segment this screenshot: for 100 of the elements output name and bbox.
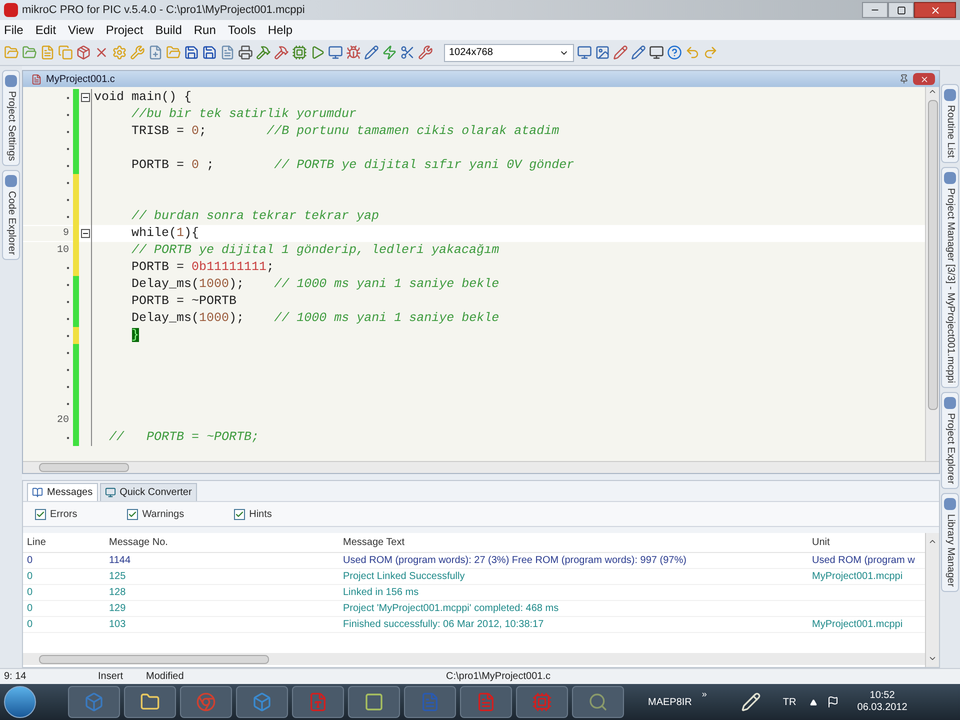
close-button[interactable] [914, 2, 956, 18]
start-button[interactable] [4, 686, 36, 718]
checkbox[interactable] [234, 508, 246, 520]
scroll-down-icon[interactable] [928, 654, 937, 663]
menu-item[interactable]: Build [155, 21, 182, 39]
side-tab-label: Project Settings [6, 91, 16, 162]
table-cell-text: 1144 [108, 554, 132, 568]
scroll-thumb[interactable] [928, 100, 938, 410]
side-tab[interactable]: Project Settings [2, 70, 20, 166]
save-icon[interactable] [184, 45, 199, 60]
clock[interactable]: 10:52 06.03.2012 [857, 690, 908, 714]
close-tab-button[interactable] [913, 73, 935, 85]
package-icon[interactable] [76, 45, 91, 60]
side-tab[interactable]: Code Explorer [2, 170, 20, 260]
monitor-icon[interactable] [328, 45, 343, 60]
language-indicator[interactable]: TR [782, 694, 796, 710]
menu-item[interactable]: View [68, 21, 94, 39]
monitor-icon[interactable] [649, 45, 664, 60]
check-icon [235, 510, 244, 518]
pin-icon[interactable] [899, 74, 909, 84]
side-tab[interactable]: Library Manager [941, 493, 959, 592]
document-icon[interactable] [220, 45, 235, 60]
line-number: 9 [62, 227, 69, 241]
column-header[interactable]: Message No. [105, 535, 339, 550]
editor-tab[interactable]: MyProject001.c [27, 72, 119, 86]
filter-checkbox[interactable]: Errors [35, 506, 78, 522]
chip-icon [532, 692, 552, 712]
scroll-thumb[interactable] [39, 654, 269, 664]
hammer-icon[interactable] [274, 45, 289, 60]
new-file-icon[interactable] [148, 45, 163, 60]
filter-checkbox[interactable]: Warnings [127, 506, 184, 522]
taskbar-button[interactable] [124, 686, 176, 718]
menu-item[interactable]: Run [194, 21, 216, 39]
pencil-icon[interactable] [364, 45, 379, 60]
column-header[interactable]: Message Text [339, 535, 808, 550]
vertical-scrollbar[interactable] [925, 533, 939, 667]
play-icon[interactable] [310, 45, 325, 60]
scroll-thumb[interactable] [39, 463, 129, 472]
menu-item[interactable]: Help [268, 21, 293, 39]
filter-checkbox[interactable]: Hints [234, 506, 272, 522]
side-tab[interactable]: Project Explorer [941, 392, 959, 490]
image-icon[interactable] [595, 45, 610, 60]
panel-tab[interactable]: Quick Converter [100, 483, 197, 501]
menu-item[interactable]: Edit [35, 21, 56, 39]
side-tab[interactable]: Routine List [941, 84, 959, 163]
hammer-icon[interactable] [256, 45, 271, 60]
table-cell-text: 128 [108, 586, 127, 600]
column-header[interactable]: Line [23, 535, 105, 550]
maximize-button[interactable] [888, 2, 914, 18]
code-line: PORTB = 0 ; // PORTB ye dijital sıfır yani 0V gönder [130, 159, 574, 172]
table-cell-text: 129 [108, 602, 127, 616]
code-line: // PORTB ye dijital 1 gönderip, ledleri yakacağım [130, 244, 500, 257]
horizontal-scrollbar[interactable] [23, 653, 925, 665]
show-hidden-icon[interactable] [810, 698, 818, 706]
chip-icon[interactable] [292, 45, 307, 60]
table-cell-text: Project Linked Successfully [342, 570, 466, 584]
folder-icon [140, 692, 160, 712]
lightning-icon[interactable] [382, 45, 397, 60]
help-icon[interactable] [667, 45, 682, 60]
checkbox[interactable] [35, 508, 46, 520]
table-cell-text: 0 [26, 570, 34, 584]
maximize-icon [896, 6, 906, 14]
pen-tablet-icon[interactable] [740, 692, 761, 712]
vertical-scrollbar[interactable] [925, 87, 939, 461]
fold-toggle[interactable] [80, 93, 90, 102]
menu-item[interactable]: Tools [228, 21, 256, 39]
pencil-icon[interactable] [631, 45, 646, 60]
flag-icon[interactable] [827, 696, 840, 708]
file-icon [31, 74, 42, 84]
scroll-up-icon[interactable] [928, 537, 937, 546]
file-state: Modified [146, 670, 185, 684]
taskbar-button[interactable] [348, 686, 400, 718]
fold-toggle[interactable] [80, 229, 90, 238]
resolution-dropdown[interactable]: 1024x768 [444, 44, 574, 62]
checkbox[interactable] [127, 508, 138, 520]
table-cell-text: 125 [108, 570, 127, 584]
scroll-up-icon[interactable] [928, 87, 937, 96]
file-transfer-icon [308, 692, 328, 712]
code-line: while(1){ [130, 227, 200, 240]
overflow-chevron[interactable]: » [702, 688, 707, 702]
box-icon [252, 692, 272, 712]
pencil-icon[interactable] [613, 45, 628, 60]
menu-item[interactable]: File [4, 21, 24, 39]
panel-tab[interactable]: Messages [27, 483, 98, 501]
cursor-position: 9: 14 [3, 670, 28, 684]
taskbar-button[interactable] [572, 686, 624, 718]
monitor-icon[interactable] [577, 45, 592, 60]
bug-icon[interactable] [346, 45, 361, 60]
column-header[interactable]: Unit [808, 535, 925, 550]
scissors-icon[interactable] [400, 45, 415, 60]
code-line: TRISB = 0; //B portunu tamamen cikis olarak atadim [130, 125, 560, 138]
close-icon [930, 4, 940, 16]
menu-item[interactable]: Project [106, 21, 144, 39]
side-tab[interactable]: Project Manager [3/3] - MyProject001.mcppi [941, 166, 959, 388]
folder-icon[interactable] [22, 45, 37, 60]
taskbar-button[interactable] [236, 686, 288, 718]
horizontal-scrollbar[interactable] [23, 461, 939, 473]
close-icon[interactable] [94, 45, 109, 60]
save-all-icon[interactable] [202, 45, 217, 60]
printer-icon[interactable] [238, 45, 253, 60]
